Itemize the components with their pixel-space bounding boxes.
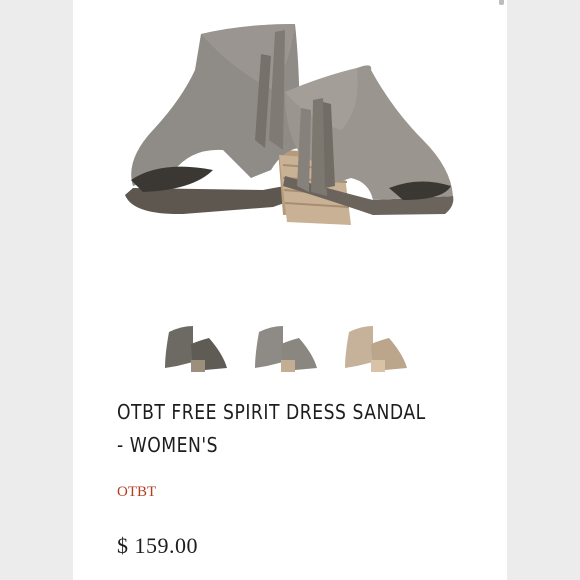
right-shoe-image	[279, 65, 454, 225]
shoe-icon	[255, 326, 283, 368]
scroll-indicator	[499, 0, 504, 5]
thumbnail-grey[interactable]	[247, 318, 327, 380]
product-main-image[interactable]	[73, 0, 507, 300]
product-title: OTBT FREE SPIRIT DRESS SANDAL - WOMEN'S	[117, 400, 426, 457]
thumbnail-charcoal[interactable]	[157, 318, 237, 380]
thumbnail-tan[interactable]	[337, 318, 417, 380]
shoe-icon	[345, 326, 373, 368]
product-price: $ 159.00	[117, 533, 198, 558]
shoe-icon	[165, 326, 193, 368]
color-thumbnails	[73, 318, 507, 380]
product-page: OTBT FREE SPIRIT DRESS SANDAL - WOMEN'S …	[73, 0, 507, 580]
brand-link[interactable]: OTBT	[117, 484, 156, 501]
